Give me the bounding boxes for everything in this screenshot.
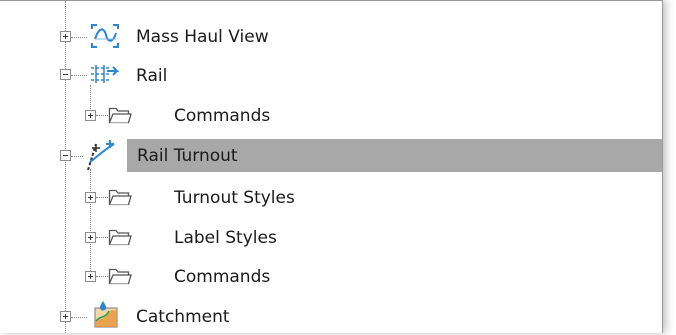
tree-item-rail-turnout[interactable]: Rail Turnout — [0, 136, 662, 174]
tree-line — [96, 197, 108, 198]
expand-toggle[interactable] — [60, 31, 71, 42]
tree-item-mass-haul-view[interactable]: Mass Haul View — [0, 17, 662, 55]
tree-item-label: Commands — [174, 106, 271, 126]
tree-line — [96, 115, 108, 116]
mass-haul-view-icon — [90, 23, 120, 49]
expand-toggle[interactable] — [85, 192, 96, 203]
tree-line — [71, 156, 83, 157]
tree-panel: Mass Haul View Rail Commands Rail Turnou… — [0, 0, 663, 333]
tree-line — [71, 75, 87, 76]
folder-icon — [108, 227, 132, 247]
tree-item-label: Rail Turnout — [137, 146, 238, 166]
tree-item-label-styles[interactable]: Label Styles — [0, 219, 662, 257]
expand-toggle[interactable] — [85, 110, 96, 121]
folder-icon — [108, 187, 132, 207]
tree-item-label: Mass Haul View — [136, 27, 269, 47]
tree-item-catchment[interactable]: Catchment — [0, 297, 662, 335]
catchment-icon — [92, 299, 120, 329]
rail-turnout-icon — [84, 138, 120, 172]
tree-line — [96, 276, 108, 277]
expand-toggle[interactable] — [85, 232, 96, 243]
tree-item-label: Rail — [136, 66, 168, 86]
tree-item-label: Label Styles — [174, 228, 277, 248]
expand-toggle[interactable] — [85, 271, 96, 282]
tree-view: Mass Haul View Rail Commands Rail Turnou… — [0, 1, 662, 333]
tree-item-label: Catchment — [136, 307, 230, 327]
rail-icon — [89, 63, 121, 87]
tree-line — [96, 237, 108, 238]
collapse-toggle[interactable] — [60, 69, 71, 80]
tree-item-commands[interactable]: Commands — [0, 97, 662, 135]
tree-item-label: Commands — [174, 267, 271, 287]
expand-toggle[interactable] — [60, 311, 71, 322]
tree-item-commands[interactable]: Commands — [0, 257, 662, 295]
tree-item-rail[interactable]: Rail — [0, 56, 662, 94]
tree-item-turnout-styles[interactable]: Turnout Styles — [0, 178, 662, 216]
folder-icon — [108, 105, 132, 125]
tree-line — [71, 317, 87, 318]
tree-item-label: Turnout Styles — [174, 188, 295, 208]
folder-icon — [108, 266, 132, 286]
tree-line — [71, 37, 87, 38]
collapse-toggle[interactable] — [60, 150, 71, 161]
